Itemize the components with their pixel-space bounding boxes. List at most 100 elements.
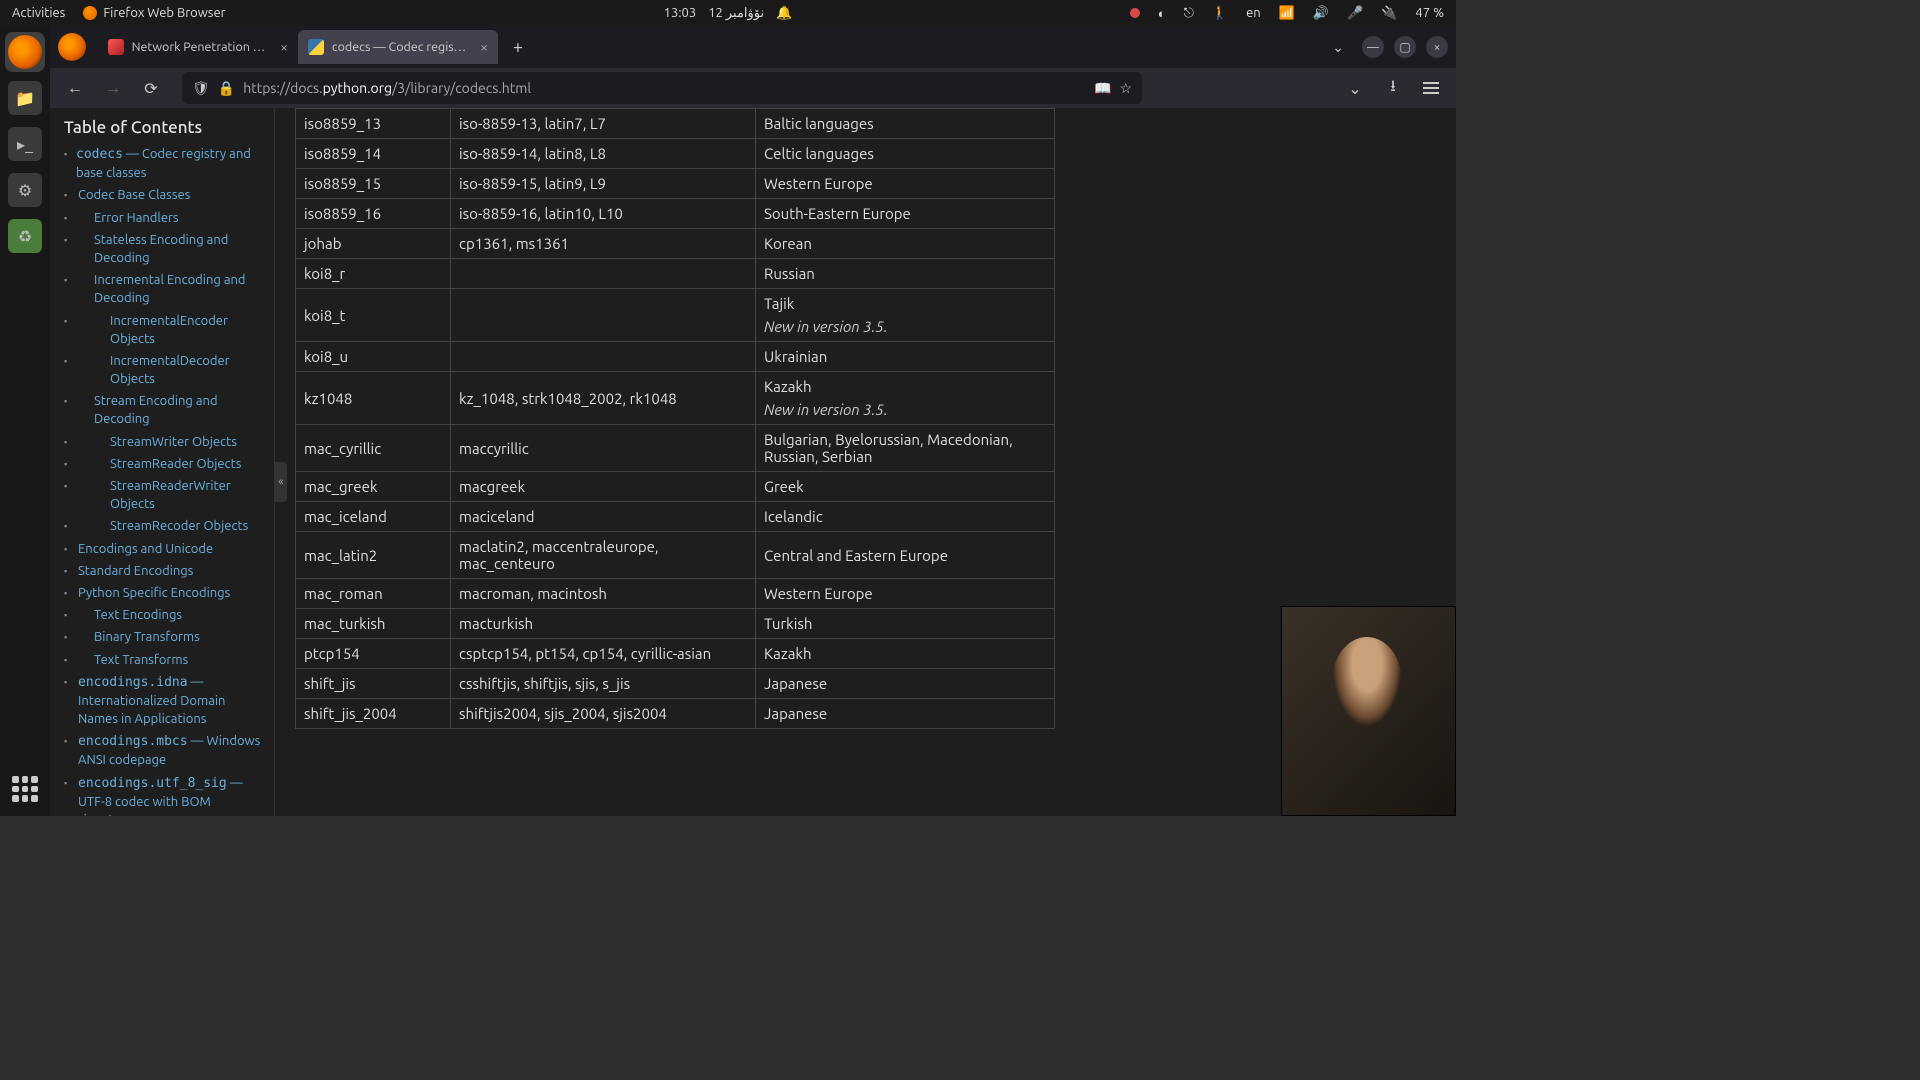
codec-aliases: shiftjis2004, sjis_2004, sjis2004 <box>451 699 756 729</box>
codec-aliases: macroman, macintosh <box>451 579 756 609</box>
battery-percent[interactable]: 47 % <box>1415 6 1444 20</box>
toc-link[interactable]: encodings.mbcs — Windows ANSI codepage <box>78 734 260 767</box>
toc-link[interactable]: Text Encodings <box>94 608 182 622</box>
dock-app[interactable]: ♻ <box>5 216 45 256</box>
page-content: Table of Contents codecs — Codec registr… <box>50 108 1456 816</box>
activities-button[interactable]: Activities <box>12 6 65 20</box>
maximize-button[interactable]: ▢ <box>1394 36 1416 58</box>
table-row: mac_latin2maclatin2, maccentraleurope, m… <box>296 532 1055 579</box>
toc-link[interactable]: codecs — Codec registry and base classes <box>76 147 251 180</box>
toc-link[interactable]: IncrementalEncoder Objects <box>110 314 228 346</box>
show-applications-button[interactable] <box>8 772 42 806</box>
app-menu-button[interactable] <box>1416 73 1446 103</box>
accessibility-icon[interactable]: 🚶 <box>1212 6 1228 21</box>
toc-link[interactable]: Binary Transforms <box>94 630 200 644</box>
table-row: mac_greekmacgreekGreek <box>296 472 1055 502</box>
browser-tab-active[interactable]: codecs — Codec registry × <box>298 30 498 64</box>
notification-icon[interactable]: 🔔 <box>776 6 792 21</box>
clock-time[interactable]: 13:03 <box>664 6 697 20</box>
toc-link[interactable]: StreamReader Objects <box>110 457 241 471</box>
downloads-button[interactable]: ⭳ <box>1378 73 1408 103</box>
toc-link[interactable]: encodings.utf_8_sig — UTF-8 codec with B… <box>78 776 243 816</box>
codec-name: mac_turkish <box>296 609 451 639</box>
codec-aliases: csptcp154, pt154, cp154, cyrillic-asian <box>451 639 756 669</box>
gnome-top-bar: Activities Firefox Web Browser 13:03 نۆۋ… <box>0 0 1456 26</box>
reader-mode-icon[interactable]: 📖 <box>1094 80 1111 97</box>
codec-name: johab <box>296 229 451 259</box>
toc-link[interactable]: StreamReaderWriter Objects <box>110 479 231 511</box>
codec-name: ptcp154 <box>296 639 451 669</box>
toc-link[interactable]: encodings.idna — Internationalized Domai… <box>78 675 225 726</box>
table-row: iso8859_16iso-8859-16, latin10, L10South… <box>296 199 1055 229</box>
codec-name: mac_roman <box>296 579 451 609</box>
clock-date[interactable]: نۆۋامبر 12 <box>708 6 764 21</box>
main-content[interactable]: iso8859_13iso-8859-13, latin7, L7Baltic … <box>275 108 1456 816</box>
toc-link[interactable]: StreamWriter Objects <box>110 435 237 449</box>
close-icon[interactable]: × <box>280 39 288 55</box>
volume-icon[interactable]: 🔊 <box>1313 6 1329 21</box>
dock-terminal[interactable]: ▸_ <box>5 124 45 164</box>
tray-icon[interactable]: ◐ <box>1158 6 1166 21</box>
tray-icon[interactable]: ⎋ <box>1184 6 1194 21</box>
pocket-button[interactable]: ⌄ <box>1340 73 1370 103</box>
keyboard-lang[interactable]: en <box>1246 6 1261 20</box>
url-text: https://docs.python.org/3/library/codecs… <box>243 80 1086 96</box>
codec-name: koi8_u <box>296 342 451 372</box>
dock-firefox[interactable] <box>5 32 45 72</box>
toc-link[interactable]: Standard Encodings <box>78 564 193 578</box>
status-dot-icon[interactable] <box>1130 8 1140 18</box>
webcam-overlay <box>1281 606 1456 816</box>
lock-icon[interactable]: 🔒 <box>218 80 235 97</box>
codec-name: mac_cyrillic <box>296 425 451 472</box>
table-row: iso8859_14iso-8859-14, latin8, L8Celtic … <box>296 139 1055 169</box>
codec-lang: Central and Eastern Europe <box>756 532 1055 579</box>
toc-link[interactable]: Stream Encoding and Decoding <box>94 394 218 426</box>
codecs-table: iso8859_13iso-8859-13, latin7, L7Baltic … <box>295 108 1055 729</box>
minimize-button[interactable]: — <box>1362 36 1384 58</box>
browser-tab[interactable]: Network Penetration Tes × <box>98 30 298 64</box>
codec-lang: Icelandic <box>756 502 1055 532</box>
bookmark-star-icon[interactable]: ☆ <box>1119 80 1132 97</box>
toc-link[interactable]: Encodings and Unicode <box>78 542 213 556</box>
close-window-button[interactable]: × <box>1426 36 1448 58</box>
table-row: koi8_tTajikNew in version 3.5. <box>296 289 1055 342</box>
dock-app[interactable]: 📁 <box>5 78 45 118</box>
address-bar[interactable]: 🛡 🔒 https://docs.python.org/3/library/co… <box>182 72 1142 104</box>
shield-icon[interactable]: 🛡 <box>192 80 210 97</box>
toc-link[interactable]: Error Handlers <box>94 211 179 225</box>
toc-link[interactable]: Stateless Encoding and Decoding <box>94 233 228 265</box>
new-tab-button[interactable]: + <box>504 33 532 61</box>
toc-link[interactable]: Python Specific Encodings <box>78 586 230 600</box>
table-row: shift_jis_2004shiftjis2004, sjis_2004, s… <box>296 699 1055 729</box>
codec-name: iso8859_14 <box>296 139 451 169</box>
browser-toolbar: ← → ⟳ 🛡 🔒 https://docs.python.org/3/libr… <box>50 68 1456 108</box>
launcher-dock: 📁 ▸_ ⚙ ♻ <box>0 26 50 816</box>
codec-lang: Western Europe <box>756 169 1055 199</box>
table-row: iso8859_15iso-8859-15, latin9, L9Western… <box>296 169 1055 199</box>
table-row: mac_romanmacroman, macintoshWestern Euro… <box>296 579 1055 609</box>
codec-lang: Greek <box>756 472 1055 502</box>
codec-lang: Celtic languages <box>756 139 1055 169</box>
reload-button[interactable]: ⟳ <box>136 73 166 103</box>
dock-app[interactable]: ⚙ <box>5 170 45 210</box>
close-icon[interactable]: × <box>480 39 488 55</box>
toc-link[interactable]: Text Transforms <box>94 653 188 667</box>
codec-lang: Western Europe <box>756 579 1055 609</box>
mic-icon[interactable]: 🎤 <box>1347 6 1363 21</box>
wifi-icon[interactable]: 📶 <box>1279 6 1295 21</box>
codec-lang: Russian <box>756 259 1055 289</box>
codec-aliases <box>451 259 756 289</box>
toc-link[interactable]: Codec Base Classes <box>78 188 190 202</box>
sidebar-collapse-button[interactable]: « <box>275 462 287 502</box>
list-tabs-button[interactable]: ⌄ <box>1324 39 1352 56</box>
back-button[interactable]: ← <box>60 73 90 103</box>
tab-strip: Network Penetration Tes × codecs — Codec… <box>98 30 1324 64</box>
toc-link[interactable]: Incremental Encoding and Decoding <box>94 273 246 305</box>
toc-link[interactable]: IncrementalDecoder Objects <box>110 354 230 386</box>
power-icon[interactable]: 🔌 <box>1381 6 1397 21</box>
codec-lang: Ukrainian <box>756 342 1055 372</box>
table-row: iso8859_13iso-8859-13, latin7, L7Baltic … <box>296 109 1055 139</box>
codec-aliases: cp1361, ms1361 <box>451 229 756 259</box>
codec-aliases: maccyrillic <box>451 425 756 472</box>
toc-link[interactable]: StreamRecoder Objects <box>110 519 248 533</box>
